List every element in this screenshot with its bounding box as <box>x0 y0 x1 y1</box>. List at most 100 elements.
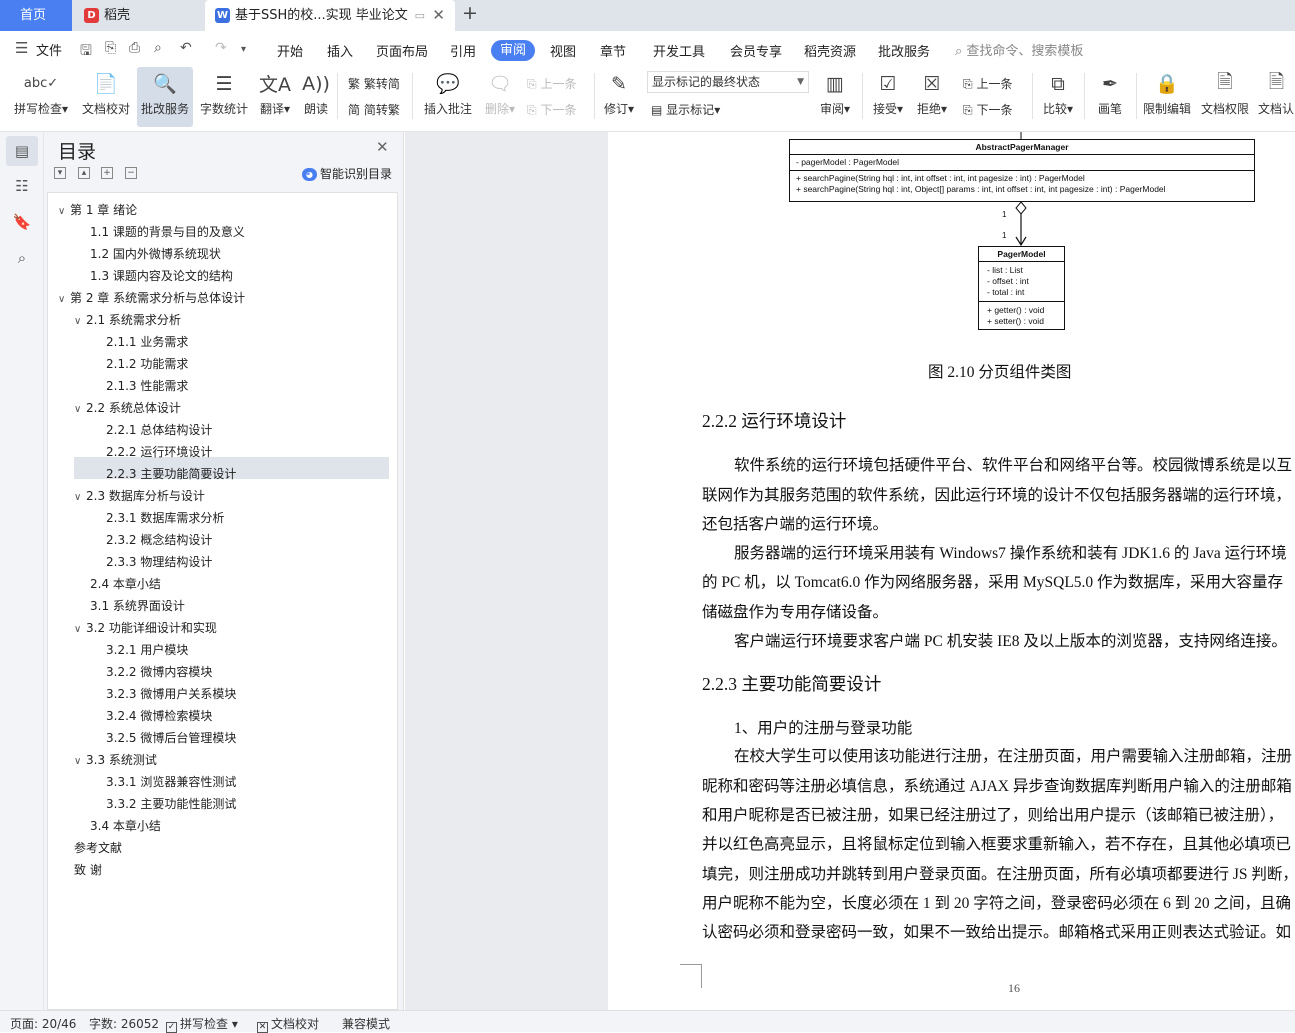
collapse-all-icon[interactable]: ▾ <box>54 167 66 179</box>
toc-item[interactable]: 2.2.3 主要功能简要设计 <box>106 463 236 485</box>
toc-item[interactable]: ∨ 第 2 章 系统需求分析与总体设计 <box>58 287 245 309</box>
chevron-down-icon[interactable]: ∨ <box>74 487 86 509</box>
toc-item[interactable]: ∨ 3.2 功能详细设计和实现 <box>74 617 217 639</box>
close-tab-icon[interactable]: ✕ <box>432 0 445 31</box>
compare-button[interactable]: ⧉ 比较▾ <box>1038 67 1078 127</box>
word-count-button[interactable]: ☰ 字数统计 <box>197 67 251 127</box>
redo-icon[interactable]: ↷ <box>215 40 227 56</box>
undo-icon[interactable]: ↶ <box>180 40 192 56</box>
status-spell-check[interactable]: ✓ 拼写检查 ▾ <box>166 1015 238 1033</box>
smart-toc-button[interactable]: ◕ 智能识别目录 <box>302 165 392 182</box>
toc-item[interactable]: 3.2.2 微博内容模块 <box>106 661 212 683</box>
spell-check-button[interactable]: abc✓ 拼写检查▾ <box>8 67 74 127</box>
tab-document[interactable]: W 基于SSH的校...实现 毕业论文 ▭ ✕ <box>205 0 455 31</box>
track-changes-button[interactable]: ✎ 修订▾ <box>600 67 638 127</box>
simp-to-trad-button[interactable]: 简 简转繁 <box>348 101 400 118</box>
menu-section[interactable]: 章节 <box>600 41 626 60</box>
toc-item[interactable]: 3.2.1 用户模块 <box>106 639 188 661</box>
menu-devtools[interactable]: 开发工具 <box>653 41 705 60</box>
toc-item[interactable]: 3.2.5 微博后台管理模块 <box>106 727 236 749</box>
save-icon[interactable]: 🖫 <box>80 40 92 64</box>
next-change-button[interactable]: ⎘ 下一条 <box>963 101 1012 118</box>
quick-access-more-icon[interactable]: ▾ <box>241 44 246 55</box>
tab-daoke[interactable]: D 稻壳 <box>74 0 202 31</box>
status-proofread[interactable]: ✕ 文档校对 <box>257 1015 319 1033</box>
preview-icon[interactable]: ⌕ <box>154 40 162 56</box>
reject-button[interactable]: ☒ 拒绝▾ <box>912 67 952 127</box>
add-heading-icon[interactable]: + <box>101 167 113 179</box>
expand-up-icon[interactable]: ▴ <box>78 167 90 179</box>
toc-item[interactable]: 1.2 国内外微博系统现状 <box>90 243 221 265</box>
chevron-down-icon[interactable]: ∨ <box>74 751 86 773</box>
prev-comment-button[interactable]: ⎘ 上一条 <box>527 75 576 92</box>
command-search[interactable]: ⌕ 查找命令、搜索模板 <box>955 40 1083 59</box>
bookmark-icon[interactable]: 🔖 <box>12 212 32 232</box>
menu-daoke-resources[interactable]: 稻壳资源 <box>804 41 856 60</box>
search-panel-icon[interactable]: ⌕ <box>12 248 32 268</box>
close-icon[interactable]: ✕ <box>376 138 389 156</box>
markup-state-select[interactable]: 显示标记的最终状态 ▼ <box>647 71 809 93</box>
toc-item[interactable]: 2.3.1 数据库需求分析 <box>106 507 224 529</box>
chevron-down-icon[interactable]: ∨ <box>74 399 86 421</box>
document-auth-button[interactable]: 🗎 文档认 <box>1258 67 1295 127</box>
word-count-indicator[interactable]: 字数: 26052 <box>89 1015 159 1032</box>
toc-item[interactable]: 1.1 课题的背景与目的及意义 <box>90 221 245 243</box>
delete-comment-button[interactable]: 🗨 删除▾ <box>480 67 520 127</box>
menu-view[interactable]: 视图 <box>550 41 576 60</box>
toc-item[interactable]: 2.1.2 功能需求 <box>106 353 188 375</box>
hamburger-icon[interactable]: ☰ <box>15 39 28 57</box>
document-page[interactable]: AbstractPagerManager - pagerModel : Page… <box>608 132 1295 1010</box>
menu-insert[interactable]: 插入 <box>327 41 353 60</box>
toc-item[interactable]: 参考文献 <box>74 837 122 859</box>
new-tab-icon[interactable]: + <box>462 2 478 24</box>
toc-item[interactable]: 2.1.3 性能需求 <box>106 375 188 397</box>
toc-item[interactable]: 3.2.3 微博用户关系模块 <box>106 683 236 705</box>
review-pane-button[interactable]: ▥ 审阅▾ <box>815 67 855 127</box>
toc-item[interactable]: 3.2.4 微博检索模块 <box>106 705 212 727</box>
toc-item[interactable]: 2.2.2 运行环境设计 <box>106 441 212 463</box>
toc-item[interactable]: 3.4 本章小结 <box>90 815 161 837</box>
restrict-editing-button[interactable]: 🔒 限制编辑 <box>1140 67 1194 127</box>
toc-item[interactable]: ∨ 2.3 数据库分析与设计 <box>74 485 205 507</box>
menu-file[interactable]: 文件 <box>36 40 62 59</box>
chevron-down-icon[interactable]: ∨ <box>74 311 86 333</box>
toc-item[interactable]: 2.3.3 物理结构设计 <box>106 551 212 573</box>
prev-change-button[interactable]: ⎘ 上一条 <box>963 75 1012 92</box>
toc-item[interactable]: ∨ 2.2 系统总体设计 <box>74 397 181 419</box>
toc-item[interactable]: 1.3 课题内容及论文的结构 <box>90 265 233 287</box>
document-permission-button[interactable]: 🗎 文档权限 <box>1198 67 1252 127</box>
chevron-down-icon[interactable]: ∨ <box>58 201 70 223</box>
menu-grading[interactable]: 批改服务 <box>878 41 930 60</box>
translate-button[interactable]: 文A 翻译▾ <box>255 67 295 127</box>
read-aloud-button[interactable]: A)) 朗读 <box>298 67 334 127</box>
pen-button[interactable]: ✒ 画笔 <box>1090 67 1130 127</box>
menu-member[interactable]: 会员专享 <box>730 41 782 60</box>
toc-item[interactable]: 2.4 本章小结 <box>90 573 161 595</box>
chevron-down-icon[interactable]: ∨ <box>74 619 86 641</box>
toc-item[interactable]: 2.3.2 概念结构设计 <box>106 529 212 551</box>
print-icon[interactable]: ⎙ <box>129 40 140 56</box>
toc-item[interactable]: 3.3.1 浏览器兼容性测试 <box>106 771 236 793</box>
chevron-down-icon[interactable]: ∨ <box>58 289 70 311</box>
toc-item[interactable]: 2.2.1 总体结构设计 <box>106 419 212 441</box>
toc-item[interactable]: 3.1 系统界面设计 <box>90 595 185 617</box>
pin-icon[interactable]: ▭ <box>415 0 425 31</box>
navigation-icon[interactable]: ☷ <box>12 176 32 196</box>
insert-comment-button[interactable]: 💬 插入批注 <box>420 67 476 127</box>
show-markup-button[interactable]: ▤ 显示标记▾ <box>651 101 720 118</box>
tab-home[interactable]: 首页 <box>0 0 72 31</box>
menu-review[interactable]: 审阅 <box>491 40 535 61</box>
accept-button[interactable]: ☑ 接受▾ <box>868 67 908 127</box>
proofread-button[interactable]: 📄 文档校对 <box>78 67 134 127</box>
toc-item[interactable]: 2.1.1 业务需求 <box>106 331 188 353</box>
menu-reference[interactable]: 引用 <box>450 41 476 60</box>
toc-item[interactable]: 3.3.2 主要功能性能测试 <box>106 793 236 815</box>
remove-heading-icon[interactable]: − <box>125 167 137 179</box>
next-comment-button[interactable]: ⎘ 下一条 <box>527 101 576 118</box>
trad-to-simp-button[interactable]: 繁 繁转简 <box>348 75 400 92</box>
menu-start[interactable]: 开始 <box>277 41 303 60</box>
toc-item[interactable]: ∨ 第 1 章 绪论 <box>58 199 137 221</box>
export-pdf-icon[interactable]: ⎘ <box>105 40 116 56</box>
toc-item[interactable]: ∨ 3.3 系统测试 <box>74 749 157 771</box>
page-indicator[interactable]: 页面: 20/46 <box>10 1015 76 1032</box>
